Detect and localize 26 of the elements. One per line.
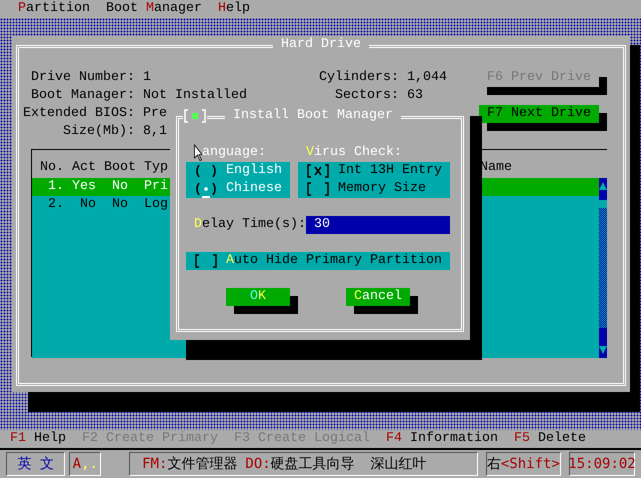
column-header: No. (40, 159, 64, 177)
field-label: Boot Manager: (30, 87, 135, 105)
field-label: Sectors: (334, 87, 399, 105)
field-value: Not Installed (143, 87, 247, 105)
input-mode-indicator: 英 文 (6, 452, 66, 476)
field-label: Drive Number: (30, 69, 135, 87)
shortcut-hint: FM:文件管理器 (142, 455, 238, 473)
group-label: Virus Check: (305, 144, 403, 162)
field-label: Extended BIOS: (23, 105, 135, 123)
field-label: Cylinders: (318, 69, 399, 87)
column-header: Boot (104, 159, 136, 177)
column-header: Typ (144, 159, 168, 177)
field-value: Pre (143, 105, 167, 123)
group-label: anguage: (202, 144, 266, 162)
field-label: Size(Mb): (62, 123, 135, 141)
mode-indicator: A,. (69, 452, 102, 476)
shift-indicator: 右<Shift> (486, 452, 562, 476)
field-value: 8,1 (143, 123, 167, 141)
field-label: Delay Time(s): (193, 216, 306, 234)
status-text: 深山红叶 (370, 455, 427, 473)
field-value: 1,044 (407, 69, 448, 87)
clock: 15:09:02 (569, 452, 636, 476)
column-header: Act (72, 159, 96, 177)
field-value: 63 (407, 87, 424, 105)
field-value: 1 (143, 69, 151, 87)
shortcut-hint: DO:硬盘工具向导 (245, 455, 355, 473)
